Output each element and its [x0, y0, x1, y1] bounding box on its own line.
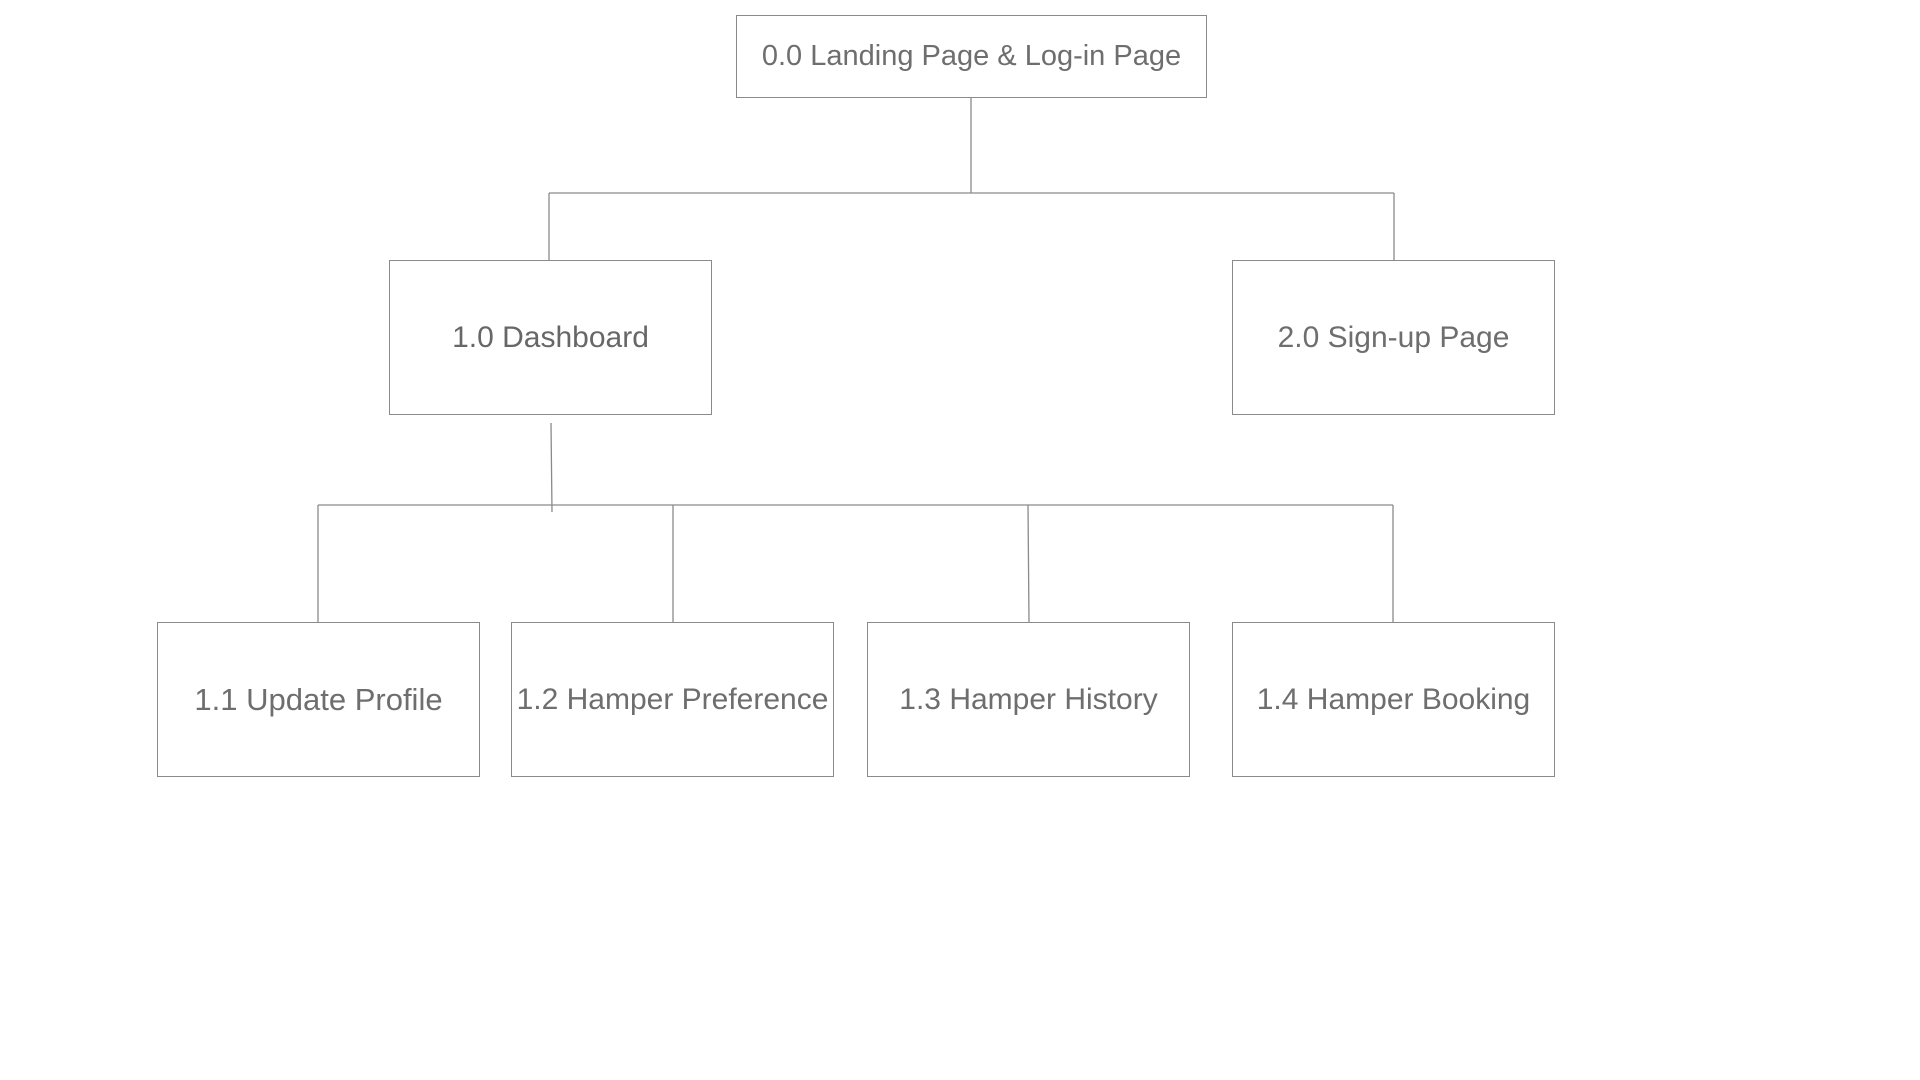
node-label: 1.4 Hamper Booking — [1256, 682, 1531, 716]
node-signup-page: 2.0 Sign-up Page — [1232, 260, 1555, 415]
node-hamper-preference: 1.2 Hamper Preference — [511, 622, 834, 777]
node-label: 1.2 Hamper Preference — [516, 682, 829, 716]
node-label: 1.3 Hamper History — [899, 682, 1158, 716]
node-label: 1.1 Update Profile — [194, 681, 443, 717]
node-label: 0.0 Landing Page & Log-in Page — [761, 40, 1182, 72]
node-update-profile: 1.1 Update Profile — [157, 622, 480, 777]
connector-lines — [317, 98, 1395, 623]
connector-to-hamper-history — [1027, 504, 1030, 623]
node-label: 1.0 Dashboard — [452, 320, 649, 354]
node-hamper-history: 1.3 Hamper History — [867, 622, 1190, 777]
node-hamper-booking: 1.4 Hamper Booking — [1232, 622, 1555, 777]
connector-dashboard-down — [550, 422, 553, 513]
node-label: 2.0 Sign-up Page — [1277, 320, 1510, 354]
node-dashboard: 1.0 Dashboard — [389, 260, 712, 415]
node-landing-login: 0.0 Landing Page & Log-in Page — [736, 15, 1207, 98]
sitemap-diagram: 0.0 Landing Page & Log-in Page 1.0 Dashb… — [0, 0, 1920, 1080]
